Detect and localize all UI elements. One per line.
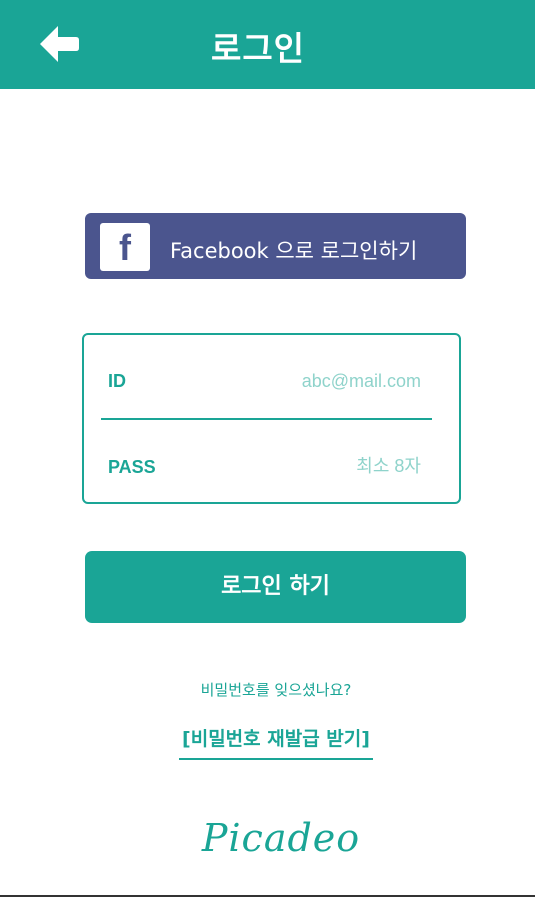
id-input[interactable] (201, 366, 421, 396)
password-input[interactable] (201, 451, 421, 481)
facebook-logo-letter: f (119, 227, 131, 268)
forgot-password-text: 비밀번호를 잊으셨나요? (200, 681, 352, 699)
facebook-icon: f (100, 223, 150, 271)
form-divider (101, 418, 432, 420)
facebook-login-button[interactable]: f Facebook 으로 로그인하기 (85, 213, 466, 279)
login-screen: 로그인 f Facebook 으로 로그인하기 ID PASS 로그인 하기 비… (0, 0, 535, 897)
id-label: ID (108, 371, 126, 391)
reissue-password-link[interactable]: [비밀번호 재발급 받기] (179, 724, 373, 760)
page-title: 로그인 (210, 29, 306, 68)
login-button[interactable]: 로그인 하기 (85, 551, 466, 623)
brand-logo: Picadeo (201, 816, 361, 860)
pass-label: PASS (108, 457, 156, 477)
login-form: ID PASS (82, 333, 461, 504)
app-header: 로그인 (0, 0, 535, 89)
facebook-login-label: Facebook 으로 로그인하기 (170, 239, 418, 263)
